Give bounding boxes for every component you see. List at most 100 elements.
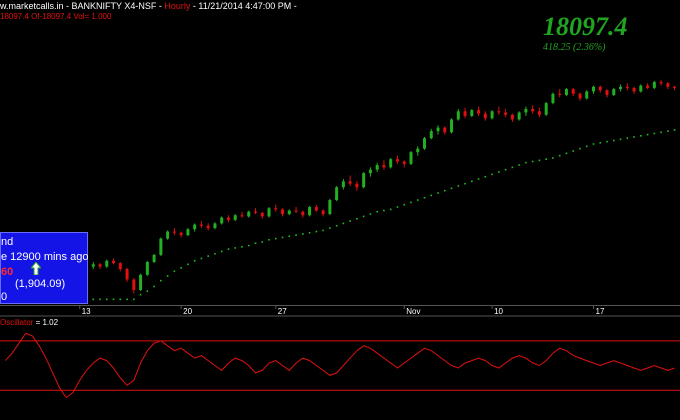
trailing-stop-dot xyxy=(180,266,182,269)
trailing-stop-dot xyxy=(403,203,406,206)
trailing-stop-dot xyxy=(423,196,426,199)
candle xyxy=(497,106,501,115)
candle-body xyxy=(531,108,535,112)
candle xyxy=(375,162,379,173)
candle-body xyxy=(544,103,548,115)
oscillator-layer xyxy=(0,332,680,399)
trailing-stop-dot xyxy=(389,208,392,211)
candle-body xyxy=(558,93,562,95)
candle xyxy=(483,111,487,121)
trailing-stop-dot xyxy=(457,185,460,187)
candle xyxy=(470,108,474,118)
trailing-stop-dot xyxy=(579,147,581,150)
trailing-stop-dot xyxy=(329,227,331,229)
trailing-stop-dot xyxy=(302,233,304,235)
candle xyxy=(382,160,386,170)
trailing-stop-dot xyxy=(119,298,122,301)
trailing-stop-dot xyxy=(261,241,264,243)
candle xyxy=(199,221,203,229)
candle xyxy=(308,205,312,217)
candle xyxy=(402,160,406,168)
candle-body xyxy=(524,108,528,113)
candle-body xyxy=(308,207,312,216)
candle xyxy=(213,222,217,230)
candle xyxy=(159,237,163,257)
trailing-stop-dot xyxy=(173,270,176,273)
price-chart[interactable] xyxy=(0,0,680,420)
candle xyxy=(193,223,197,232)
candle xyxy=(226,215,230,223)
candle-body xyxy=(510,114,514,120)
candle xyxy=(612,87,616,97)
chart-grid xyxy=(0,305,680,317)
candle-body xyxy=(564,89,568,95)
infobox-line4: (1,904.09) xyxy=(15,278,66,290)
trailing-stop-dot xyxy=(146,290,149,292)
oscillator-name: Oscillator xyxy=(0,318,34,327)
candle xyxy=(328,198,332,216)
candle-body xyxy=(578,93,582,99)
trailing-stop-dot xyxy=(640,135,642,137)
candle xyxy=(355,181,359,191)
trailing-stop-dot xyxy=(633,136,635,138)
x-tick-label: 27 xyxy=(277,307,287,316)
candle xyxy=(362,172,366,189)
candle-body xyxy=(666,83,670,87)
candle-body xyxy=(423,138,426,149)
trailing-stop-dot xyxy=(254,242,257,245)
candles-layer xyxy=(3,79,677,294)
candle-body xyxy=(625,86,629,88)
candle xyxy=(152,253,156,264)
trailing-stop-dot xyxy=(565,152,568,155)
trailing-stop-dot xyxy=(383,209,385,212)
trailing-stop-dot xyxy=(187,263,189,266)
candle xyxy=(389,158,393,169)
candle xyxy=(335,186,339,202)
candle-body xyxy=(395,159,399,162)
trailing-stop-dot xyxy=(477,178,480,180)
trailing-stop-dot xyxy=(498,171,500,173)
trailing-stop-dot xyxy=(646,133,649,136)
trailing-stop-dot xyxy=(504,168,507,171)
trailing-stop-dot xyxy=(450,187,453,190)
candle xyxy=(646,83,650,90)
candle xyxy=(564,87,568,97)
candle-body xyxy=(443,127,447,133)
candle-body xyxy=(646,85,650,88)
candle-body xyxy=(226,217,230,220)
candle-body xyxy=(632,87,636,92)
trailing-stop-dot xyxy=(112,298,115,301)
trailing-stop-dot xyxy=(660,131,662,134)
trailing-stop-dot xyxy=(667,130,669,132)
candle xyxy=(348,175,352,187)
candle-body xyxy=(287,210,291,215)
trailing-stop-dot xyxy=(241,245,243,248)
candle xyxy=(139,273,143,292)
candle-body xyxy=(179,232,183,236)
candle-body xyxy=(416,148,420,153)
candle-body xyxy=(321,210,325,215)
candle-body xyxy=(186,229,190,236)
trailing-stop-dot xyxy=(653,132,656,135)
trailing-stop-dot xyxy=(335,224,338,227)
candle xyxy=(368,167,372,177)
trailing-stop-dot xyxy=(349,220,351,222)
candle-body xyxy=(139,274,143,290)
trailing-stop-dot xyxy=(133,298,135,301)
trailing-stop-dot xyxy=(160,279,162,282)
candle xyxy=(477,106,481,116)
candle-body xyxy=(247,211,251,217)
candle xyxy=(247,210,251,218)
candle-body xyxy=(152,254,156,262)
trailing-stop-dot xyxy=(99,298,101,301)
candle xyxy=(524,106,528,116)
trailing-stop-dot xyxy=(342,222,345,225)
signal-info-box: nd e 12900 mins ago 60 (1,904.09) 0 xyxy=(0,232,88,304)
candle xyxy=(659,79,663,86)
x-tick-label: 17 xyxy=(595,307,605,316)
trailing-stop-dot xyxy=(356,217,358,220)
trailing-stop-dot xyxy=(139,293,142,296)
candle xyxy=(172,228,176,236)
trailing-stop-dot xyxy=(295,234,297,236)
infobox-line1: nd xyxy=(1,236,14,248)
